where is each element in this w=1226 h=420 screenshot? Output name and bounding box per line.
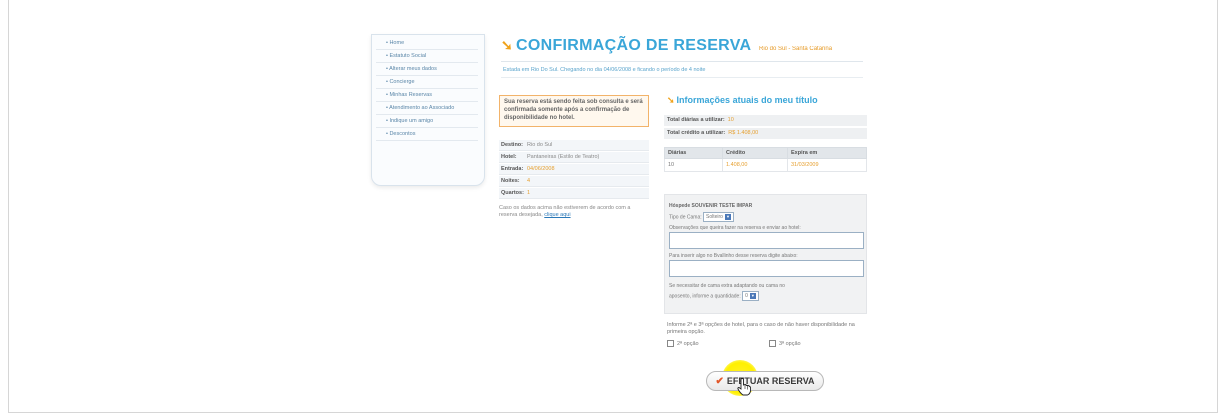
detail-row-destino: Destino: Rio do Sul (499, 140, 649, 151)
hotel-options: Informe 2ª e 3ª opções de hotel, para o … (667, 322, 867, 348)
page-title: ➘ CONFIRMAÇÃO DE RESERVA (501, 37, 751, 55)
detail-row-noites: Noites: 4 (499, 176, 649, 187)
chevron-down-icon: ▼ (724, 213, 731, 220)
detail-row-entrada: Entrada: 04/06/2008 (499, 164, 649, 175)
hand-cursor-icon (737, 378, 751, 396)
guest-label: Hóspede SOUVENIR TESTE IMPAR (669, 203, 753, 209)
divider (501, 77, 863, 78)
sidebar-item-descontos[interactable]: • Descontos (376, 128, 478, 141)
details-note: Caso os dados acima não estiverem de aco… (499, 205, 631, 218)
credito-row: Total crédito a utilizar: R$ 1.408,00 (664, 128, 867, 139)
extra-label: Para inserir algo no Bvallinho desse res… (669, 253, 798, 259)
info-title: ➘ Informações atuais do meu título (667, 95, 818, 105)
credits-table: Diárias Crédito Expira em 10 1.408,00 31… (664, 147, 867, 172)
reservation-details: Destino: Rio do Sul Hotel: Pantaneiras (Es… (499, 140, 649, 200)
sidebar-menu: • Home • Estatuto Social • Alterar meus … (371, 34, 485, 186)
option-3-wrap[interactable]: 3ª opção (769, 340, 801, 348)
checkmark-icon: ✔ (715, 376, 724, 387)
table-header-row: Diárias Crédito Expira em (664, 147, 867, 159)
diarias-row: Total diárias a utilizar: 10 (664, 115, 867, 126)
guest-form: Hóspede SOUVENIR TESTE IMPAR Tipo de Cam… (664, 194, 867, 314)
pending-notice: Sua reserva está sendo feita sob consult… (499, 95, 649, 127)
stay-summary: Estada em Rio Do Sul. Chegando no dia 04… (503, 67, 706, 73)
observations-textarea[interactable] (669, 232, 864, 249)
sidebar-item-concierge[interactable]: • Concierge (376, 76, 478, 89)
chevron-down-icon: ▼ (749, 292, 756, 299)
bed-type-select[interactable]: Solteiro ▼ (703, 212, 734, 222)
confirm-reservation-button[interactable]: ✔ EFETUAR RESERVA (706, 371, 824, 391)
sidebar-item-estatuto[interactable]: • Estatuto Social (376, 50, 478, 63)
sidebar-item-reservas[interactable]: • Minhas Reservas (376, 89, 478, 102)
sidebar-item-indique[interactable]: • Indique um amigo (376, 115, 478, 128)
divider (501, 61, 863, 62)
click-here-link[interactable]: clique aqui (544, 212, 570, 218)
page-frame: • Home • Estatuto Social • Alterar meus … (8, 0, 1218, 413)
table-row: 10 1.408,00 31/03/2009 (664, 158, 867, 172)
option-2-wrap[interactable]: 2ª opção (667, 340, 699, 348)
arrow-icon: ➘ (501, 37, 514, 53)
detail-row-hotel: Hotel: Pantaneiras (Estilo de Teatro) (499, 152, 649, 163)
sidebar-item-home[interactable]: • Home (376, 37, 478, 50)
extra-textarea[interactable] (669, 260, 864, 277)
col-diarias: Diárias (664, 147, 723, 159)
extra-bed-label: Se necessitar de cama extra adaptando ou… (669, 283, 785, 289)
page-title-text: CONFIRMAÇÃO DE RESERVA (516, 37, 752, 54)
location-text: Rio do Sul - Santa Catarina (759, 46, 833, 52)
option-2-checkbox[interactable] (667, 340, 674, 347)
detail-row-quartos: Quartos: 1 (499, 188, 649, 199)
arrow-icon: ➘ (667, 95, 675, 105)
extra-bed-select[interactable]: 0 ▼ (742, 291, 759, 301)
bed-type-row: Tipo de Cama: Solteiro ▼ (669, 212, 862, 222)
sidebar-item-alterar-dados[interactable]: • Alterar meus dados (376, 63, 478, 76)
col-expira: Expira em (787, 147, 867, 159)
extra-bed-row: aposento, informe a quantidade: 0 ▼ (669, 291, 862, 301)
col-credito: Crédito (722, 147, 788, 159)
sidebar-item-atendimento[interactable]: • Atendimento ao Associado (376, 102, 478, 115)
option-3-checkbox[interactable] (769, 340, 776, 347)
options-checkboxes: 2ª opção 3ª opção (667, 340, 867, 348)
observations-label: Observações que queira fazer na reserva … (669, 225, 801, 231)
options-text: Informe 2ª e 3ª opções de hotel, para o … (667, 322, 855, 335)
